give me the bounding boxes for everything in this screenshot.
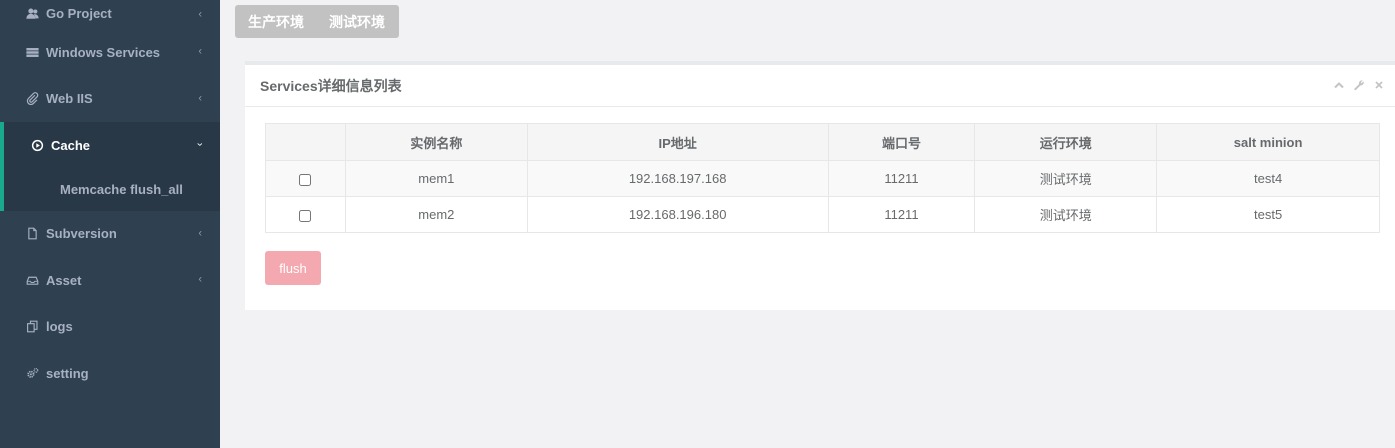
column-header-environment: 运行环境 bbox=[974, 123, 1158, 161]
sidebar-item-cache[interactable]: Cache ‹ bbox=[0, 122, 220, 169]
paperclip-icon bbox=[24, 92, 40, 106]
ip-cell: 192.168.196.180 bbox=[526, 196, 829, 233]
chevron-left-icon: ‹ bbox=[198, 7, 202, 20]
copy-icon bbox=[24, 320, 40, 334]
panel-tools bbox=[1332, 79, 1385, 94]
sidebar-item-label: Go Project bbox=[46, 6, 112, 21]
chevron-left-icon: ‹ bbox=[198, 227, 202, 240]
column-header-port: 端口号 bbox=[827, 123, 976, 161]
sidebar-item-logs[interactable]: logs bbox=[0, 304, 220, 351]
chevron-up-icon[interactable] bbox=[1332, 79, 1345, 94]
environment-cell: 测试环境 bbox=[974, 196, 1158, 233]
row-checkbox[interactable] bbox=[299, 173, 312, 186]
salt-minion-cell: test4 bbox=[1156, 160, 1380, 197]
sidebar-subitem-memcache-flush-all[interactable]: Memcache flush_all bbox=[0, 168, 220, 211]
sidebar-item-go-project[interactable]: Go Project ‹ bbox=[0, 0, 220, 29]
chevron-left-icon: ‹ bbox=[198, 45, 202, 58]
table-row: mem2 192.168.196.180 11211 测试环境 test5 bbox=[265, 196, 1380, 233]
services-panel: Services详细信息列表 实例名称 IP地址 端口号 运行环境 salt m… bbox=[245, 61, 1395, 310]
sidebar-item-setting[interactable]: setting bbox=[0, 350, 220, 397]
list-icon bbox=[24, 45, 40, 59]
inbox-icon bbox=[24, 273, 40, 287]
close-icon[interactable] bbox=[1372, 79, 1385, 94]
table-row: mem1 192.168.197.168 11211 测试环境 test4 bbox=[265, 160, 1380, 197]
instance-name-cell: mem1 bbox=[344, 160, 528, 197]
play-circle-icon bbox=[29, 138, 45, 152]
column-header-instance-name: 实例名称 bbox=[344, 123, 528, 161]
row-checkbox[interactable] bbox=[299, 209, 312, 222]
port-cell: 11211 bbox=[827, 160, 976, 197]
chevron-left-icon: ‹ bbox=[198, 92, 202, 105]
sidebar-item-asset[interactable]: Asset ‹ bbox=[0, 257, 220, 304]
sidebar-item-label: Asset bbox=[46, 272, 82, 288]
services-table: 实例名称 IP地址 端口号 运行环境 salt minion mem1 192.… bbox=[265, 123, 1380, 233]
port-cell: 11211 bbox=[827, 196, 976, 233]
sidebar-subitem-label: Memcache flush_all bbox=[60, 182, 183, 197]
ip-cell: 192.168.197.168 bbox=[526, 160, 829, 197]
flush-button[interactable]: flush bbox=[265, 251, 321, 285]
salt-minion-cell: test5 bbox=[1156, 196, 1380, 233]
sidebar: Go Project ‹ Windows Services ‹ Web IIS … bbox=[0, 0, 220, 448]
environment-tabs: 生产环境 测试环境 bbox=[235, 5, 399, 38]
row-select-cell bbox=[265, 196, 346, 233]
file-icon bbox=[24, 227, 40, 241]
tab-testing[interactable]: 测试环境 bbox=[329, 12, 385, 32]
sidebar-item-label: setting bbox=[46, 365, 89, 381]
users-icon bbox=[24, 6, 40, 20]
instance-name-cell: mem2 bbox=[344, 196, 528, 233]
panel-title: Services详细信息列表 bbox=[245, 65, 1395, 107]
sidebar-item-label: logs bbox=[46, 319, 73, 335]
sidebar-item-label: Web IIS bbox=[46, 91, 93, 107]
tab-production[interactable]: 生产环境 bbox=[248, 12, 304, 32]
sidebar-item-web-iis[interactable]: Web IIS ‹ bbox=[0, 76, 220, 123]
environment-cell: 测试环境 bbox=[974, 160, 1158, 197]
column-header-ip: IP地址 bbox=[526, 123, 829, 161]
chevron-left-icon: ‹ bbox=[198, 273, 202, 286]
column-header-salt-minion: salt minion bbox=[1156, 123, 1380, 161]
table-header-row: 实例名称 IP地址 端口号 运行环境 salt minion bbox=[265, 123, 1380, 161]
column-header-select bbox=[265, 123, 346, 161]
cogs-icon bbox=[24, 366, 40, 380]
sidebar-item-windows-services[interactable]: Windows Services ‹ bbox=[0, 29, 220, 76]
sidebar-item-label: Cache bbox=[51, 137, 91, 153]
row-select-cell bbox=[265, 160, 346, 197]
chevron-down-icon: ‹ bbox=[194, 142, 207, 147]
wrench-icon[interactable] bbox=[1352, 79, 1365, 94]
sidebar-item-label: Windows Services bbox=[46, 44, 161, 60]
sidebar-item-subversion[interactable]: Subversion ‹ bbox=[0, 211, 220, 258]
sidebar-item-label: Subversion bbox=[46, 226, 117, 242]
